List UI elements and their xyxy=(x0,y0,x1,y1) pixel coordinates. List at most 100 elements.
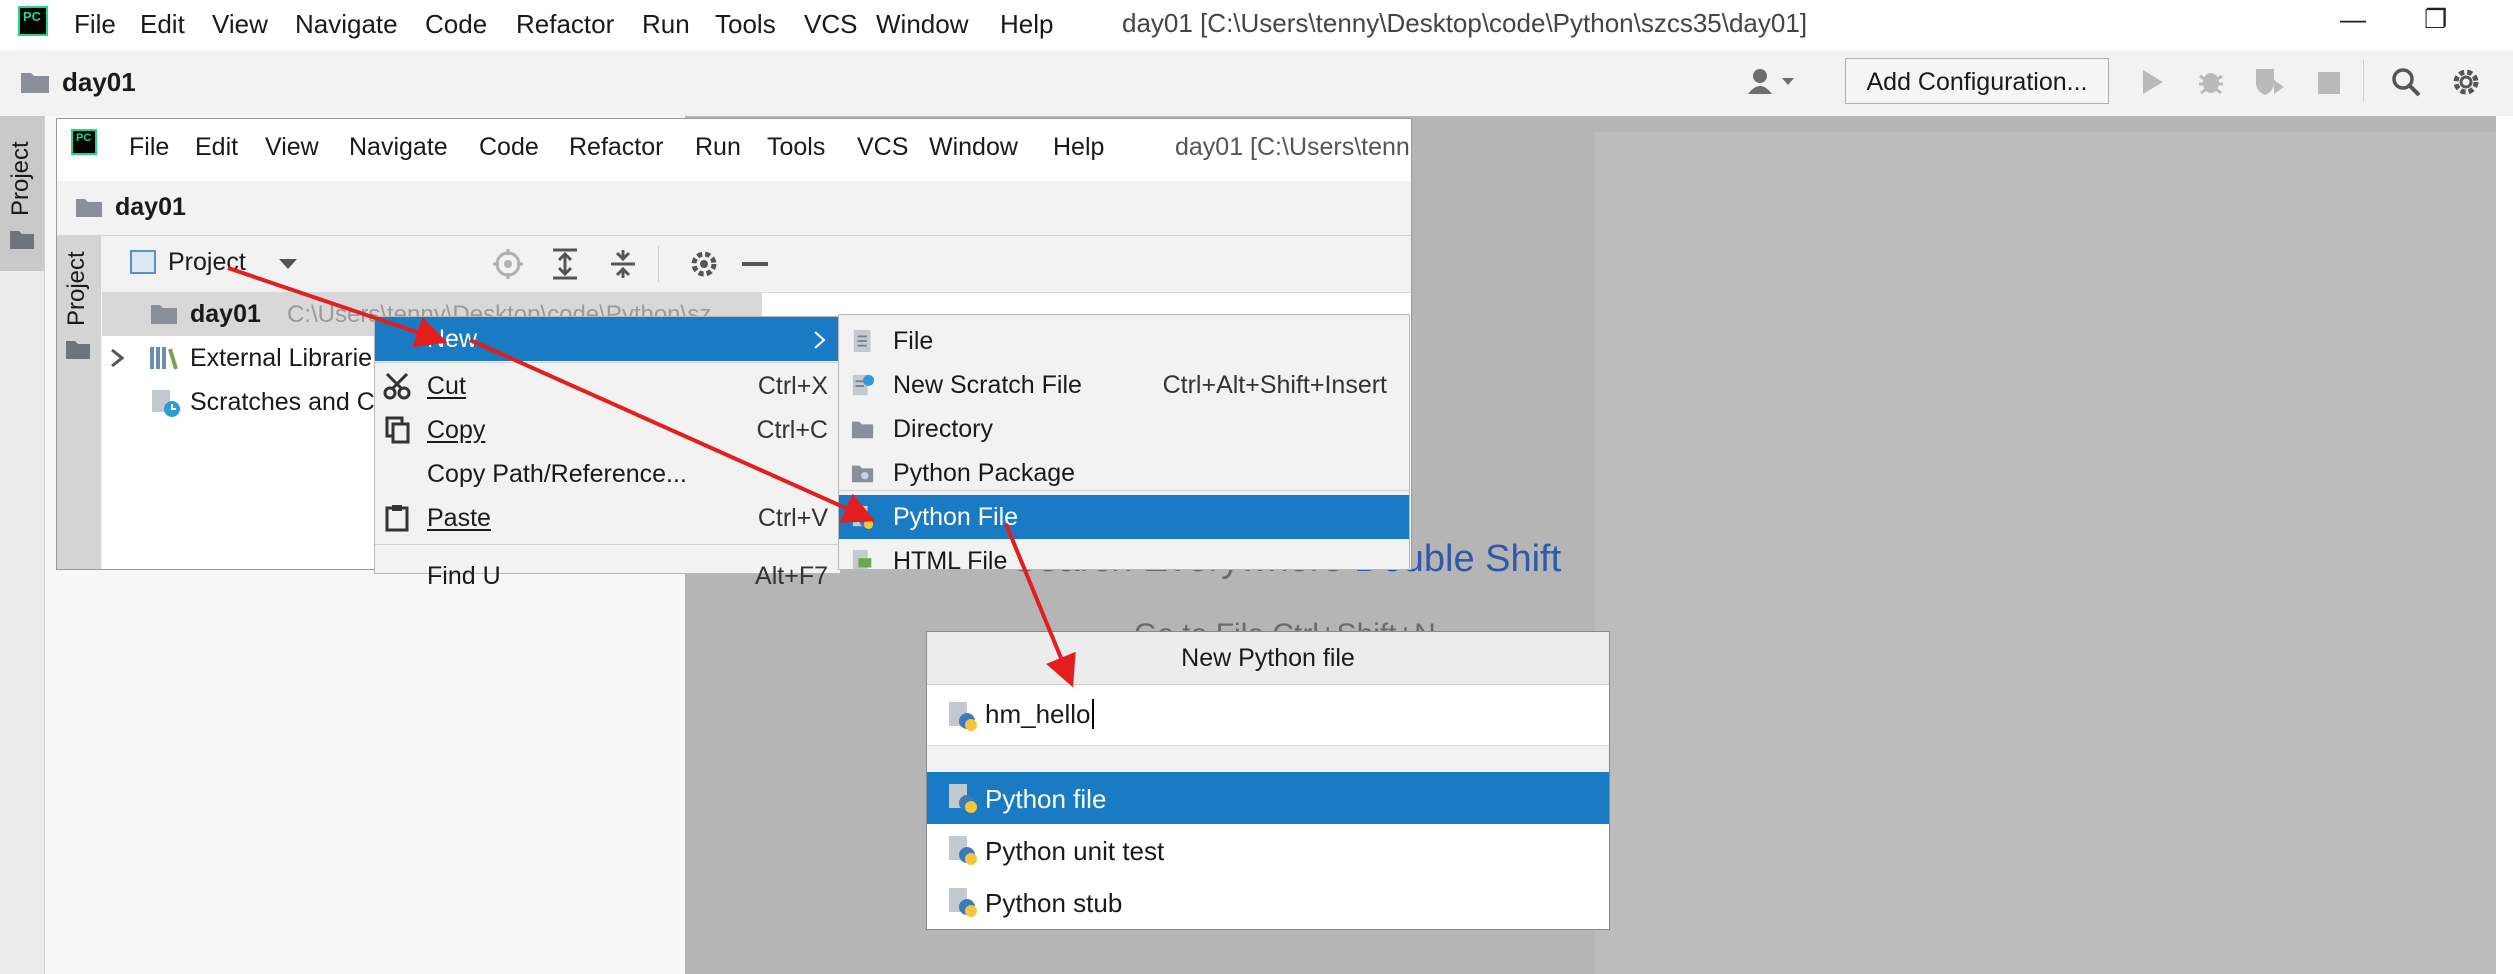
file-kind-label: Python stub xyxy=(985,888,1123,918)
project-view-dropdown[interactable]: Project xyxy=(168,248,246,277)
coverage-icon[interactable] xyxy=(2254,66,2286,96)
menu-view[interactable]: View xyxy=(212,9,268,40)
menu-edit[interactable]: Edit xyxy=(195,133,238,162)
context-menu-item-label: Paste xyxy=(427,504,491,532)
new-menu-item-directory[interactable]: Directory xyxy=(839,407,1409,451)
window-title: day01 [C:\Users\tenny\Desktop\code\Pytho… xyxy=(1122,8,1808,38)
tree-item-label: day01 xyxy=(190,300,261,328)
context-menu-item-label: Copy Path/Reference... xyxy=(427,460,687,488)
editor-scrollbar[interactable] xyxy=(2496,116,2513,974)
new-menu-item-label: Python Package xyxy=(893,459,1076,487)
dialog-separator xyxy=(927,746,1609,773)
new-menu-item-file[interactable]: File xyxy=(839,319,1409,363)
user-icon[interactable] xyxy=(1746,66,1798,96)
new-menu-item-html-file[interactable]: HTML File xyxy=(839,539,1409,569)
file-kind-python-file[interactable]: Python file xyxy=(927,772,1609,824)
menu-edit[interactable]: Edit xyxy=(140,9,185,40)
python-file-icon xyxy=(852,505,874,529)
scratch-file-icon xyxy=(852,374,875,396)
breadcrumb[interactable]: day01 xyxy=(62,67,136,98)
dialog-title: New Python file xyxy=(927,632,1609,685)
scissors-icon xyxy=(383,372,411,400)
filename-input[interactable]: hm_hello xyxy=(985,699,1091,730)
menu-file[interactable]: File xyxy=(129,133,169,162)
menu-help[interactable]: Help xyxy=(1000,9,1053,40)
menu-view[interactable]: View xyxy=(265,133,319,162)
menu-run[interactable]: Run xyxy=(642,9,690,40)
context-menu: New Cut Ctrl+X Copy Ctrl+C Copy Path/Referenc… xyxy=(374,316,841,590)
file-kind-python-stub[interactable]: Python stub xyxy=(927,876,1609,928)
add-configuration-button[interactable]: Add Configuration... xyxy=(1845,58,2109,104)
menu-run[interactable]: Run xyxy=(695,133,741,162)
python-file-icon xyxy=(949,702,977,731)
settings-icon[interactable] xyxy=(2450,66,2482,98)
folder-icon xyxy=(151,305,177,324)
new-menu-item-new-scratch-file[interactable]: New Scratch File Ctrl+Alt+Shift+Insert xyxy=(839,363,1409,407)
menu-separator xyxy=(375,544,840,545)
context-menu-item-cut[interactable]: Cut Ctrl+X xyxy=(375,364,840,408)
shortcut-label: Ctrl+V xyxy=(757,504,828,532)
minimize-button[interactable]: — xyxy=(2340,4,2366,35)
stop-icon[interactable] xyxy=(2318,72,2340,94)
tree-item-label: External Librarie xyxy=(190,344,373,372)
menu-refactor[interactable]: Refactor xyxy=(569,133,663,162)
menu-vcs[interactable]: VCS xyxy=(804,9,857,40)
menu-navigate[interactable]: Navigate xyxy=(349,133,448,162)
html-file-icon xyxy=(852,549,872,569)
menu-file[interactable]: File xyxy=(74,9,116,40)
file-kind-label: Python file xyxy=(985,784,1107,814)
shortcut-label: Ctrl+Alt+Shift+Insert xyxy=(1162,371,1387,399)
project-toolbar: Project xyxy=(102,236,1411,293)
toolbar-divider xyxy=(2363,60,2364,102)
debug-icon[interactable] xyxy=(2196,66,2226,96)
menu-navigate[interactable]: Navigate xyxy=(295,9,398,40)
file-kind-label: Python unit test xyxy=(985,836,1165,866)
context-menu-item-new[interactable]: New xyxy=(375,317,840,361)
menu-window[interactable]: Window xyxy=(929,133,1018,162)
restore-button[interactable]: ❐ xyxy=(2424,4,2447,35)
inner-breadcrumb[interactable]: day01 xyxy=(115,193,186,222)
editor-empty-panel xyxy=(1595,132,2513,974)
search-icon[interactable] xyxy=(2390,66,2422,98)
new-menu-item-python-package[interactable]: Python Package xyxy=(839,451,1409,495)
library-icon xyxy=(150,347,178,370)
menu-code[interactable]: Code xyxy=(479,133,539,162)
context-menu-item-copy-path-reference[interactable]: Copy Path/Reference... xyxy=(375,452,840,496)
expand-all-icon[interactable] xyxy=(550,248,580,280)
menu-separator xyxy=(839,490,1409,491)
project-tab-label[interactable]: Project xyxy=(63,251,91,326)
shortcut-label: Alt+F7 xyxy=(755,562,828,590)
hide-panel-icon[interactable] xyxy=(742,262,768,266)
file-icon xyxy=(853,329,871,353)
context-menu-item-label: Copy xyxy=(427,416,486,444)
filename-input-row[interactable]: hm_hello xyxy=(927,685,1609,746)
gear-icon[interactable] xyxy=(688,248,720,280)
new-menu-item-label: File xyxy=(893,327,934,355)
shortcut-label: Ctrl+C xyxy=(756,416,828,444)
context-menu-item-copy[interactable]: Copy Ctrl+C xyxy=(375,408,840,452)
pycharm-logo-icon: PC xyxy=(18,6,48,36)
context-menu-item-label: New xyxy=(427,325,478,353)
text-caret xyxy=(1092,699,1094,729)
file-kind-python-unit-test[interactable]: Python unit test xyxy=(927,824,1609,876)
menu-vcs[interactable]: VCS xyxy=(857,133,908,162)
menu-refactor[interactable]: Refactor xyxy=(516,9,614,40)
menu-tools[interactable]: Tools xyxy=(767,133,825,162)
title-bar: PC File Edit View Navigate Code Refactor Run To… xyxy=(0,0,2513,50)
menu-help[interactable]: Help xyxy=(1053,133,1104,162)
context-menu-item-paste[interactable]: Paste Ctrl+V xyxy=(375,496,840,540)
collapse-all-icon[interactable] xyxy=(608,248,638,280)
context-menu-item-label: Cut xyxy=(427,372,466,400)
menu-code[interactable]: Code xyxy=(425,9,487,40)
project-tool-tab[interactable]: Project xyxy=(0,116,44,271)
menu-tools[interactable]: Tools xyxy=(715,9,776,40)
locate-icon[interactable] xyxy=(492,248,524,280)
chevron-right-icon[interactable] xyxy=(110,349,124,367)
context-menu-item-find-u[interactable]: Find U Alt+F7 xyxy=(375,554,840,598)
run-icon[interactable] xyxy=(2140,68,2166,96)
package-icon xyxy=(851,465,874,483)
menu-window[interactable]: Window xyxy=(876,9,968,40)
new-python-file-dialog: New Python file hm_hello Python file Pyth… xyxy=(926,631,1610,930)
new-menu-item-python-file[interactable]: Python File xyxy=(839,495,1409,539)
chevron-down-icon[interactable] xyxy=(278,258,298,270)
